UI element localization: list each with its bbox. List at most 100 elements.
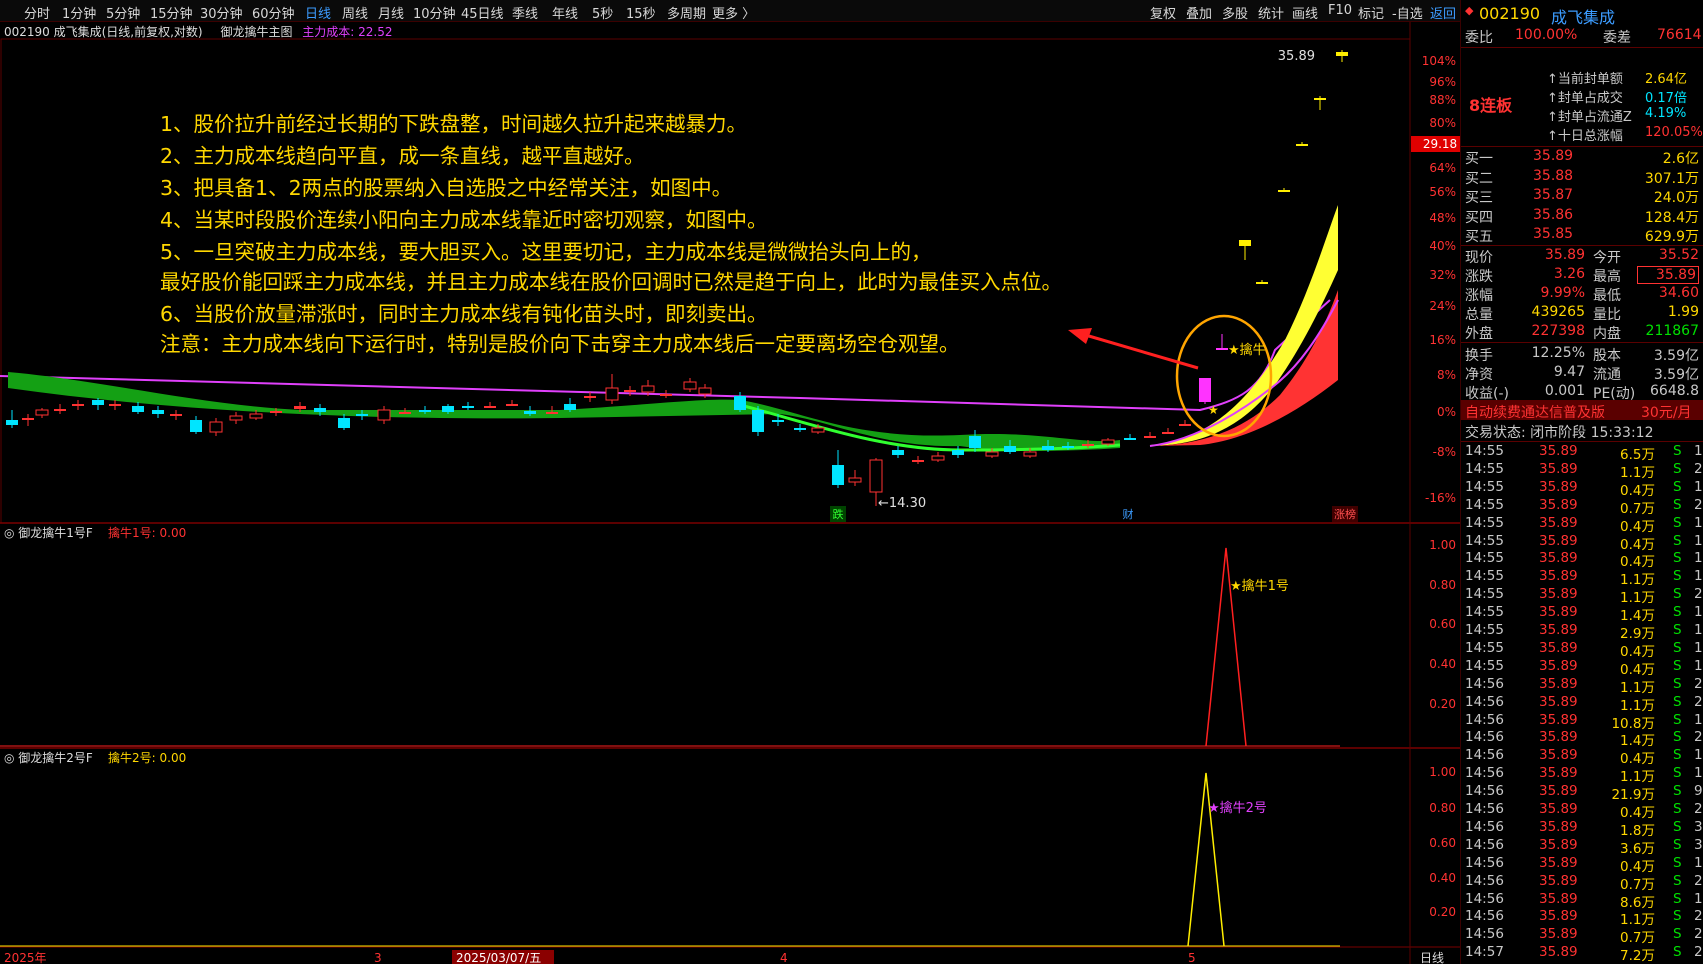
candle: [969, 436, 981, 448]
candle: [1023, 451, 1037, 457]
seal-label: ↑十日总涨幅: [1547, 129, 1623, 144]
candle: [752, 410, 764, 432]
tick-count: 9: [1694, 783, 1703, 800]
annotation-line: 2、主力成本线趋向平直，成一条直线，越平直越好。: [160, 144, 645, 168]
stat-label: 内盘: [1593, 326, 1621, 342]
sub-axis-label: 0.60: [1429, 617, 1456, 631]
tick-side: S: [1673, 443, 1682, 459]
axis-label: 40%: [1429, 239, 1456, 253]
tick-time: 14:56: [1465, 908, 1504, 925]
date-label: 2025年: [4, 951, 47, 964]
stat-value: 9.99%: [1540, 285, 1585, 301]
candle: [209, 421, 223, 433]
tick-count: 1: [1694, 568, 1703, 585]
stat-value: 3.59亿: [1653, 367, 1699, 383]
tick-count: 1: [1694, 604, 1703, 621]
stat-label: 涨幅: [1465, 288, 1493, 304]
axis-label: 0%: [1437, 405, 1456, 419]
tick-price: 35.89: [1539, 747, 1578, 764]
tick-price: 35.89: [1539, 657, 1578, 674]
tick-price: 35.89: [1539, 801, 1578, 817]
candle: [35, 409, 49, 416]
divider: [1461, 441, 1703, 442]
tick-count: 2: [1694, 908, 1703, 925]
sub-panel-value: 擒牛2号: 0.00: [108, 750, 186, 765]
seal-value: 2.64亿: [1645, 72, 1687, 87]
stat-value: 35.52: [1658, 247, 1699, 263]
tick-time: 14:56: [1465, 765, 1504, 782]
book-label: 买一: [1465, 151, 1493, 167]
divider: [1461, 47, 1703, 48]
tick-time: 14:55: [1465, 657, 1504, 674]
tick-side: S: [1673, 675, 1682, 692]
book-label: 买三: [1465, 190, 1493, 206]
candle: [811, 427, 825, 433]
tick-time: 14:56: [1465, 926, 1504, 943]
stat-value: 12.25%: [1531, 345, 1585, 361]
candle: [1314, 98, 1326, 100]
tick-time: 14:55: [1465, 514, 1504, 531]
sub-axis-label: 1.00: [1429, 765, 1456, 779]
quote-name: 成飞集成: [1551, 8, 1616, 27]
annotation-line: 最好股价能回踩主力成本线，并且主力成本线在股价回调时已然是趋于向上，此时为最佳买…: [160, 270, 1062, 294]
tick-time: 14:56: [1465, 711, 1504, 728]
annotation-line: 3、把具备1、2两点的股票纳入自选股之中经常关注，如图中。: [160, 176, 733, 200]
tick-side: S: [1673, 747, 1682, 764]
candle: [1179, 424, 1191, 426]
candle: [1101, 439, 1115, 445]
book-volume: 307.1万: [1644, 170, 1699, 187]
tick-side: S: [1673, 872, 1682, 889]
stat-label: 股本: [1593, 348, 1621, 364]
candle: [584, 396, 596, 398]
tick-price: 35.89: [1539, 836, 1578, 853]
book-volume: 629.9万: [1644, 229, 1699, 245]
candle: [832, 465, 844, 485]
seal-label: ↑封单占成交: [1547, 91, 1623, 106]
stat-value: 34.60: [1658, 285, 1699, 301]
divider: [1461, 146, 1703, 147]
axis-label: 88%: [1429, 93, 1456, 107]
tick-count: 2: [1694, 675, 1703, 692]
tick-time: 14:56: [1465, 729, 1504, 746]
tick-price: 35.89: [1539, 478, 1578, 495]
candle: [624, 390, 636, 392]
book-volume: 2.6亿: [1662, 151, 1699, 167]
tick-time: 14:56: [1465, 854, 1504, 871]
sub-axis-label: 0.20: [1429, 905, 1456, 919]
tick-time: 14:55: [1465, 586, 1504, 603]
tick-side: S: [1673, 478, 1682, 495]
stat-label: 外盘: [1465, 326, 1493, 342]
sub-axis-label: 0.20: [1429, 697, 1456, 711]
signal1-spike: [1205, 547, 1247, 747]
period-label: 日线: [1420, 951, 1444, 964]
tick-volume: 7.2万: [1620, 948, 1655, 964]
weibi-value: 100.00%: [1515, 27, 1578, 43]
tick-price: 35.89: [1539, 675, 1578, 692]
tick-count: 1: [1694, 639, 1703, 656]
axis-label: 80%: [1429, 116, 1456, 130]
stat-value: 0.001: [1544, 383, 1585, 399]
stat-label: 量比: [1593, 307, 1621, 323]
candle: [1004, 446, 1016, 452]
tick-count: 1: [1694, 765, 1703, 782]
current-price-label: 29.18: [1423, 137, 1457, 151]
candle: [698, 387, 712, 395]
date-label: 5: [1188, 951, 1196, 964]
candle: [462, 406, 474, 408]
candle: [772, 420, 784, 422]
sub-axis-label: 0.80: [1429, 801, 1456, 815]
candle: [1296, 144, 1308, 146]
candle: [641, 385, 655, 393]
tick-side: S: [1673, 818, 1682, 835]
tick-side: S: [1673, 550, 1682, 567]
tick-price: 35.89: [1539, 908, 1578, 925]
tick-count: 2: [1694, 586, 1703, 603]
date-label: 3: [374, 951, 382, 964]
candle: [356, 414, 368, 416]
seal-value: 120.05%: [1645, 125, 1703, 140]
tick-count: 1: [1694, 514, 1703, 531]
tick-side: S: [1673, 926, 1682, 943]
tick-price: 35.89: [1539, 550, 1578, 567]
tick-count: 1: [1694, 478, 1703, 495]
candle: [931, 455, 945, 461]
